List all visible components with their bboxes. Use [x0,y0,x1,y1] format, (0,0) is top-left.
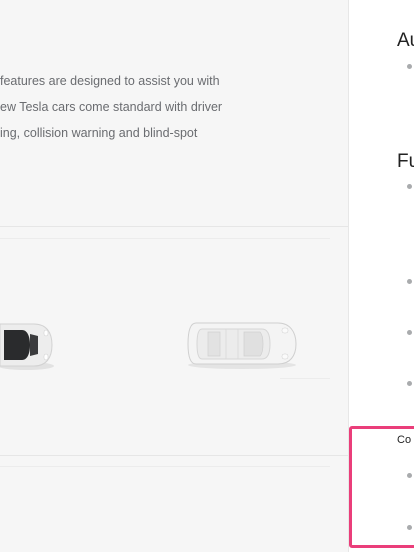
lane-line-bottom [0,466,330,467]
list-bullet [407,279,412,284]
road-edge-top [0,226,348,227]
list-bullet [407,64,412,69]
description-line-1: features are designed to assist you with [0,74,220,88]
lane-line-right [280,378,330,379]
road-edge-bottom [0,455,348,456]
lead-car-illustration [187,322,297,369]
driver-assistance-panel: features are designed to assist you with… [0,0,348,552]
section-heading-autopilot: Au [397,30,414,51]
lane-line-top [0,238,330,239]
highlight-box [349,426,414,548]
description-line-2: ew Tesla cars come standard with driver [0,100,223,114]
ego-car-illustration [0,323,54,370]
list-bullet [407,330,412,335]
list-bullet [407,184,412,189]
description-line-3: ing, collision warning and blind-spot [0,126,198,140]
list-bullet [407,381,412,386]
section-heading-full-self-driving: Fu [397,151,414,172]
feature-description: features are designed to assist you with… [0,68,348,146]
